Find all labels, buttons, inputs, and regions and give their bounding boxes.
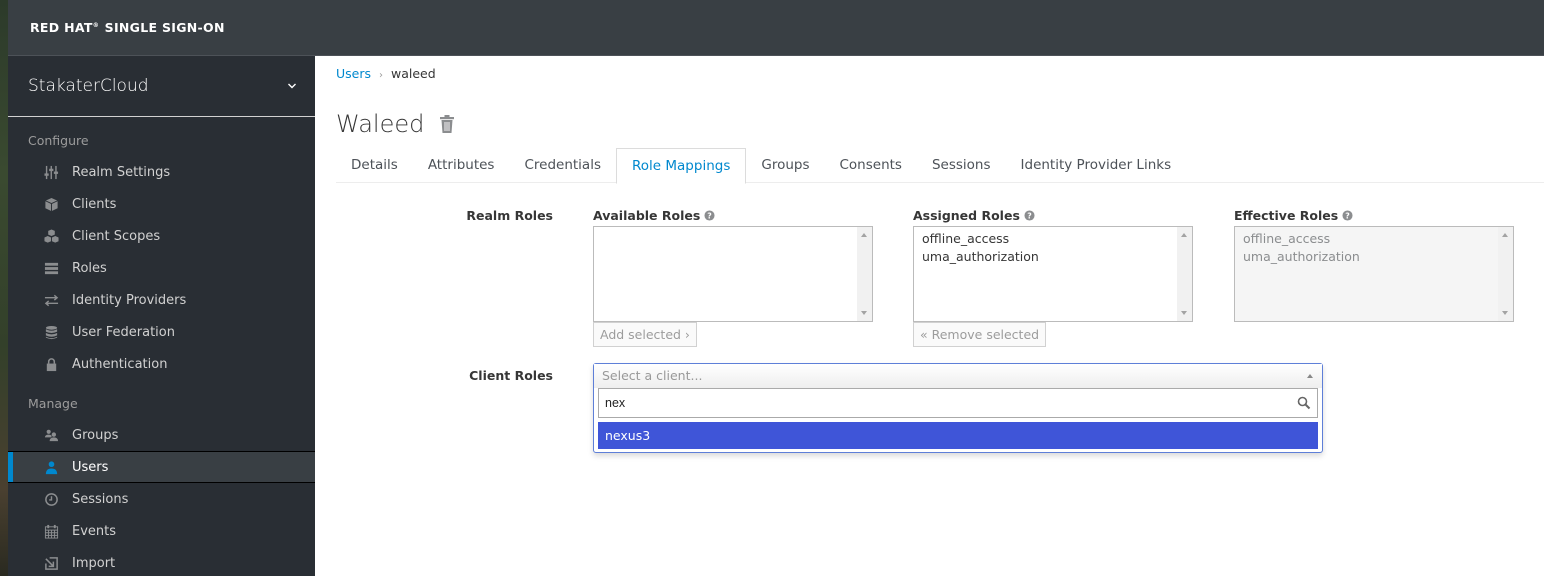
add-selected-button[interactable]: Add selected › (593, 322, 697, 347)
breadcrumb-separator: › (379, 70, 384, 81)
client-search-field[interactable] (598, 388, 1318, 418)
assigned-role-option[interactable]: uma_authorization (922, 248, 1184, 266)
chevron-down-icon (288, 83, 296, 89)
trash-icon[interactable] (438, 114, 456, 134)
sidebar-item-label: Users (72, 459, 109, 475)
tab-details[interactable]: Details (336, 148, 413, 183)
caret-up-icon (1307, 374, 1313, 378)
user-icon (43, 459, 59, 475)
brand-logo[interactable]: RED HAT® SINGLE SIGN-ON (30, 20, 225, 35)
effective-role-option: uma_authorization (1243, 249, 1360, 264)
cube-icon (43, 196, 59, 212)
scrollbar[interactable] (857, 227, 872, 321)
sidebar-item-clients[interactable]: Clients (8, 188, 315, 220)
sidebar-item-label: Roles (72, 260, 107, 276)
sidebar-item-label: Groups (72, 427, 119, 443)
exchange-icon (43, 292, 59, 308)
sidebar-item-label: User Federation (72, 324, 175, 340)
effective-role-option: offline_access (1243, 231, 1331, 246)
tab-identity-provider-links[interactable]: Identity Provider Links (1006, 148, 1187, 183)
client-roles-label: Client Roles (469, 368, 553, 383)
available-roles-listbox[interactable] (593, 226, 873, 322)
import-icon (43, 555, 59, 571)
help-icon[interactable]: ? (704, 210, 715, 221)
client-result-option[interactable]: nexus3 (598, 422, 1318, 449)
tab-consents[interactable]: Consents (825, 148, 917, 183)
brand-registered: ® (92, 22, 99, 29)
available-roles-title: Available Roles (593, 208, 701, 223)
sidebar-item-groups[interactable]: Groups (8, 419, 315, 451)
sidebar-item-authentication[interactable]: Authentication (8, 348, 315, 380)
remove-selected-button[interactable]: « Remove selected (913, 322, 1047, 347)
sidebar-item-import[interactable]: Import (8, 547, 315, 576)
assigned-roles-title: Assigned Roles (913, 208, 1020, 223)
sidebar-item-sessions[interactable]: Sessions (8, 483, 315, 515)
tab-attributes[interactable]: Attributes (413, 148, 510, 183)
svg-text:?: ? (1027, 211, 1032, 220)
sidebar-item-client-scopes[interactable]: Client Scopes (8, 220, 315, 252)
clock-icon (43, 491, 59, 507)
sidebar-item-label: Clients (72, 196, 117, 212)
desktop-background (0, 0, 8, 576)
user-tabs: Details Attributes Credentials Role Mapp… (336, 148, 1544, 184)
svg-text:?: ? (1345, 211, 1350, 220)
brand-sub: SINGLE SIGN-ON (104, 20, 225, 35)
search-icon (1297, 396, 1311, 410)
tab-credentials[interactable]: Credentials (509, 148, 616, 183)
sidebar-item-label: Client Scopes (72, 228, 161, 244)
sidebar-item-user-federation[interactable]: User Federation (8, 316, 315, 348)
help-icon[interactable]: ? (1024, 210, 1035, 221)
tab-sessions[interactable]: Sessions (917, 148, 1006, 183)
users-icon (43, 427, 59, 443)
main-content: Users › waleed Waleed Details Attributes C… (315, 56, 1544, 576)
sidebar-item-roles[interactable]: Roles (8, 252, 315, 284)
breadcrumb-users-link[interactable]: Users (336, 66, 371, 81)
available-roles-label: Available Roles ? (593, 208, 715, 223)
client-select-toggle[interactable]: Select a client... (594, 364, 1322, 388)
help-icon[interactable]: ? (1342, 210, 1353, 221)
breadcrumb-current: waleed (391, 66, 436, 81)
assigned-roles-listbox[interactable]: offline_access uma_authorization (913, 226, 1193, 322)
breadcrumb: Users › waleed (336, 66, 436, 81)
sidebar-item-label: Authentication (72, 356, 168, 372)
page-title-container: Waleed (336, 110, 456, 138)
effective-roles-label: Effective Roles ? (1234, 208, 1353, 223)
top-navbar: RED HAT® SINGLE SIGN-ON (8, 0, 1544, 56)
svg-text:?: ? (708, 211, 713, 220)
sidebar-item-label: Realm Settings (72, 164, 171, 180)
nav-section-manage: Manage (28, 396, 78, 411)
assigned-roles-label: Assigned Roles ? (913, 208, 1035, 223)
sidebar: StakaterCloud Configure Realm Settings C… (8, 56, 315, 576)
sidebar-item-identity-providers[interactable]: Identity Providers (8, 284, 315, 316)
page-title: Waleed (336, 110, 425, 138)
sidebar-item-label: Sessions (72, 491, 129, 507)
lock-icon (43, 356, 59, 372)
database-icon (43, 324, 59, 340)
sidebar-item-label: Events (72, 523, 117, 539)
client-select-placeholder: Select a client... (602, 368, 703, 383)
scrollbar[interactable] (1177, 227, 1192, 321)
client-select-dropdown[interactable]: Select a client... nexus3 (593, 363, 1323, 453)
scrollbar[interactable] (1498, 227, 1513, 321)
sidebar-item-label: Import (72, 555, 116, 571)
brand-main: RED HAT (30, 20, 93, 35)
sidebar-item-label: Identity Providers (72, 292, 187, 308)
tab-role-mappings[interactable]: Role Mappings (616, 148, 747, 184)
nav-section-configure: Configure (28, 133, 89, 148)
sidebar-item-realm-settings[interactable]: Realm Settings (8, 156, 315, 188)
assigned-role-option[interactable]: offline_access (922, 230, 1184, 248)
cubes-icon (43, 228, 59, 244)
effective-roles-title: Effective Roles (1234, 208, 1339, 223)
sliders-icon (43, 164, 59, 180)
realm-roles-label: Realm Roles (466, 208, 553, 223)
sidebar-item-users[interactable]: Users (8, 451, 315, 483)
realm-selector[interactable]: StakaterCloud (8, 56, 315, 117)
client-search-input[interactable] (605, 396, 1276, 410)
effective-roles-listbox: offline_access uma_authorization (1234, 226, 1514, 322)
calendar-icon (43, 523, 59, 539)
realm-name: StakaterCloud (28, 76, 149, 96)
list-icon (43, 260, 59, 276)
sidebar-item-events[interactable]: Events (8, 515, 315, 547)
tab-groups[interactable]: Groups (746, 148, 824, 183)
